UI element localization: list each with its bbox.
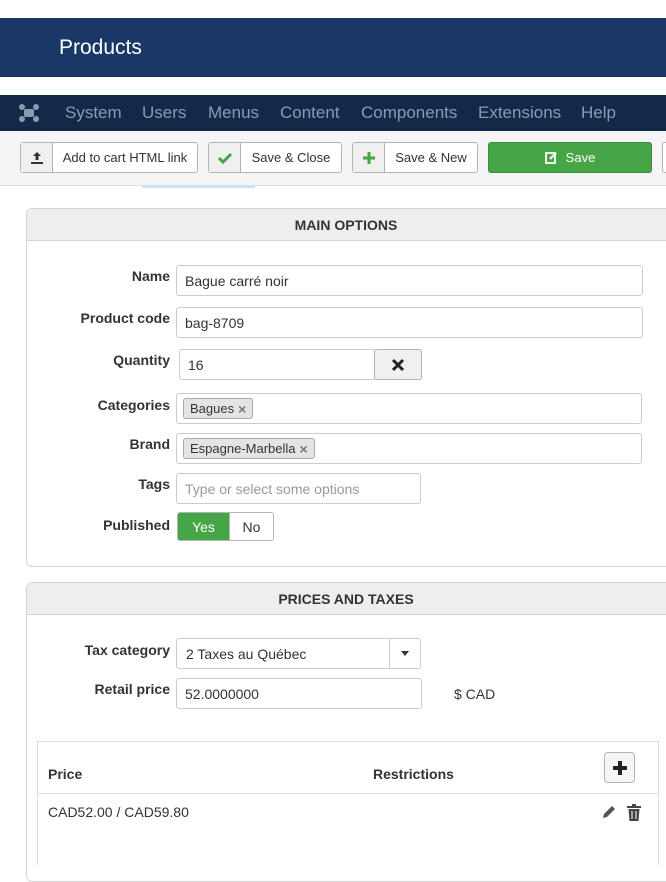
upload-icon [21,143,53,172]
published-label: Published [103,517,170,533]
page-header: Products [0,18,666,77]
price-column-header: Price [48,766,83,782]
close-icon [391,358,405,371]
menu-system[interactable]: System [65,103,122,123]
product-code-label: Product code [80,310,170,326]
main-options-heading: MAIN OPTIONS [27,209,666,241]
plus-icon [612,760,627,775]
quantity-label: Quantity [113,352,170,368]
remove-chip-icon[interactable]: × [300,441,308,457]
categories-label: Categories [97,397,170,413]
add-price-button[interactable] [604,752,635,783]
quantity-field[interactable]: 16 [179,349,376,380]
prices-taxes-heading: PRICES AND TAXES [27,583,666,615]
main-options-panel: MAIN OPTIONS [26,208,666,567]
price-table: Price Restrictions CAD52.00 / CAD59.80 [37,741,659,865]
name-label: Name [131,268,170,284]
currency-unit: $ CAD [454,686,496,702]
tax-category-label: Tax category [84,642,170,658]
save-button[interactable]: Save [488,142,652,173]
remove-chip-icon[interactable]: × [238,401,246,417]
retail-price-field[interactable]: 52.0000000 [176,678,422,709]
brand-chip: Espagne-Marbella × [183,438,315,459]
active-tab-indicator [142,185,255,188]
menu-menus[interactable]: Menus [208,103,259,123]
retail-price-label: Retail price [94,681,170,697]
published-no-button[interactable]: No [229,513,273,540]
more-toolbar-button[interactable] [662,142,666,173]
save-close-button[interactable]: Save & Close [208,142,342,173]
name-field[interactable]: Bague carré noir [176,265,643,296]
published-yes-button[interactable]: Yes [178,513,229,540]
tags-input[interactable]: Type or select some options [176,473,421,504]
pencil-icon[interactable] [601,803,617,821]
brand-label: Brand [129,436,170,452]
product-code-field[interactable]: bag-8709 [176,307,643,338]
trash-icon[interactable] [626,803,642,821]
published-toggle: Yes No [177,512,274,541]
admin-menu-bar: System Users Menus Content Components Ex… [0,95,666,131]
save-new-button[interactable]: Save & New [352,142,478,173]
brand-field[interactable]: Espagne-Marbella × [176,433,642,464]
category-chip: Bagues × [183,398,254,419]
quantity-clear-button[interactable] [374,349,422,380]
add-to-cart-html-link-button[interactable]: Add to cart HTML link [20,142,198,173]
edit-icon [544,152,557,164]
tags-label: Tags [138,476,170,492]
page-title: Products [59,36,142,59]
table-row-price: CAD52.00 / CAD59.80 [48,804,189,820]
joomla-logo-icon[interactable] [18,103,40,123]
menu-content[interactable]: Content [280,103,340,123]
toolbar: Add to cart HTML link Save & Close Save … [0,131,666,186]
menu-extensions[interactable]: Extensions [478,103,561,123]
categories-field[interactable]: Bagues × [176,393,642,424]
chevron-down-icon [389,639,420,668]
menu-help[interactable]: Help [581,103,616,123]
check-icon [209,143,241,172]
restrictions-column-header: Restrictions [373,766,454,782]
menu-components[interactable]: Components [361,103,457,123]
tax-category-select[interactable]: 2 Taxes au Québec [176,638,421,669]
menu-users[interactable]: Users [142,103,186,123]
plus-icon [353,143,385,172]
